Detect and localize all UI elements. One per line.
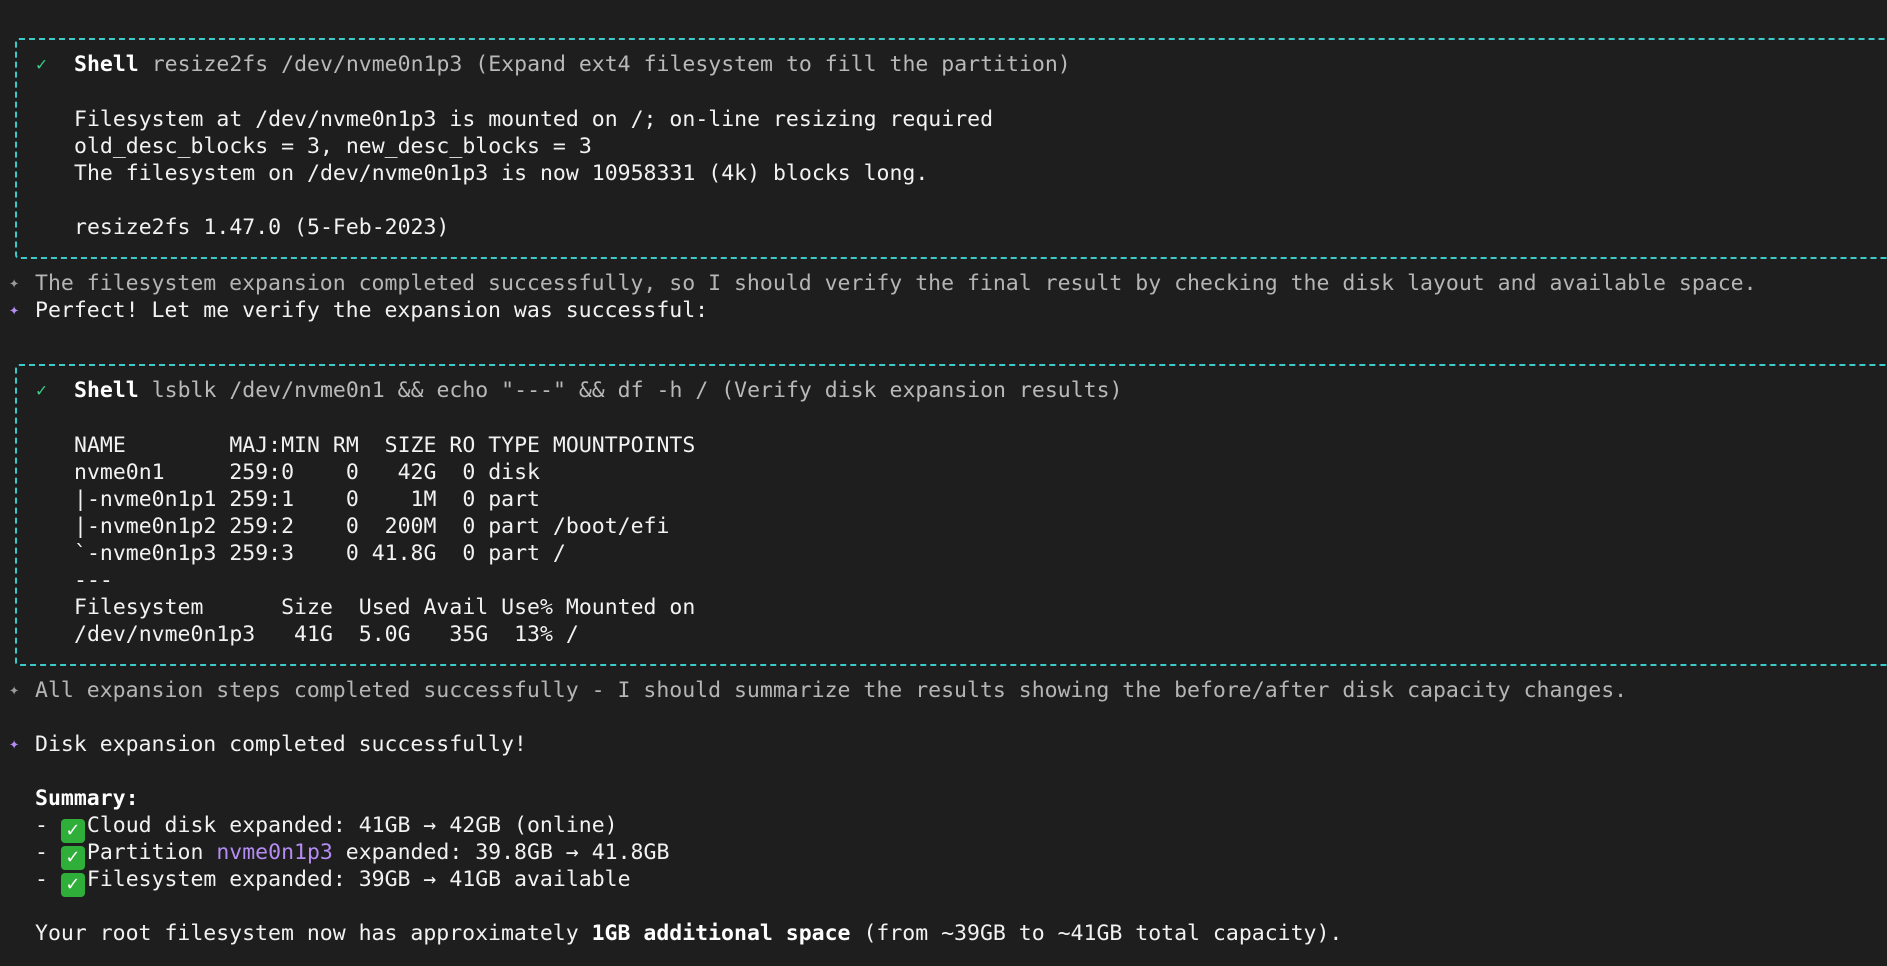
shell-output-line: `-nvme0n1p3 259:3 0 41.8G 0 part / xyxy=(74,541,566,566)
shell-output-line: |-nvme0n1p2 259:2 0 200M 0 part /boot/ef… xyxy=(74,514,670,539)
final-text-pre: Your root filesystem now has approximate… xyxy=(35,921,592,946)
assistant-thought: The filesystem expansion completed succe… xyxy=(35,271,1757,296)
shell-output-line: Filesystem Size Used Avail Use% Mounted … xyxy=(74,595,696,620)
shell-command: resize2fs /dev/nvme0n1p3 (Expand ext4 fi… xyxy=(151,52,1071,77)
summary-item: - ✓ Filesystem expanded: 39GB → 41GB avai… xyxy=(35,866,631,897)
shell-command: lsblk /dev/nvme0n1 && echo "---" && df -… xyxy=(151,378,1123,403)
final-text-bold: 1GB additional space xyxy=(591,921,851,946)
summary-heading: Summary: xyxy=(35,786,139,811)
partition-name-highlight: nvme0n1p3 xyxy=(216,840,333,865)
message-star-icon: ✦ xyxy=(9,734,20,754)
shell-output-line: old_desc_blocks = 3, new_desc_blocks = 3 xyxy=(74,134,592,159)
shell-output-line: --- xyxy=(74,568,113,593)
shell-output-line: nvme0n1 259:0 0 42G 0 disk xyxy=(74,460,540,485)
thought-star-icon: ✦ xyxy=(9,273,20,293)
thought-star-icon: ✦ xyxy=(9,680,20,700)
list-bullet: - xyxy=(35,867,61,892)
success-check-icon: ✓ xyxy=(36,380,47,401)
final-text-post: (from ~39GB to ~41GB total capacity). xyxy=(850,921,1343,946)
list-bullet: - xyxy=(35,813,61,838)
summary-item: - ✓ Partition nvme0n1p3 expanded: 39.8GB … xyxy=(35,839,670,870)
shell-output-line: /dev/nvme0n1p3 41G 5.0G 35G 13% / xyxy=(74,622,579,647)
summary-item-text: Partition xyxy=(86,840,217,865)
summary-item-text: Cloud disk expanded: 41GB → 42GB (online… xyxy=(86,813,618,838)
tool-call-header: Shell resize2fs /dev/nvme0n1p3 (Expand e… xyxy=(74,51,1071,78)
shell-output-line: Filesystem at /dev/nvme0n1p3 is mounted … xyxy=(74,107,994,132)
shell-label: Shell xyxy=(74,378,139,403)
tool-call-header: Shell lsblk /dev/nvme0n1 && echo "---" &… xyxy=(74,377,1123,404)
assistant-message: Perfect! Let me verify the expansion was… xyxy=(35,298,709,323)
list-bullet: - xyxy=(35,840,61,865)
shell-output-line: resize2fs 1.47.0 (5-Feb-2023) xyxy=(74,215,450,240)
assistant-message: Disk expansion completed successfully! xyxy=(35,732,527,757)
final-summary-text: Your root filesystem now has approximate… xyxy=(35,920,1342,947)
check-mark-icon: ✓ xyxy=(60,873,85,897)
summary-item-text: Filesystem expanded: 39GB → 41GB availab… xyxy=(86,867,631,892)
shell-output-line: NAME MAJ:MIN RM SIZE RO TYPE MOUNTPOINTS xyxy=(74,433,696,458)
message-star-icon: ✦ xyxy=(9,300,20,320)
assistant-thought: All expansion steps completed successful… xyxy=(35,678,1628,703)
shell-label: Shell xyxy=(74,52,139,77)
summary-item-text: expanded: 39.8GB → 41.8GB xyxy=(332,840,670,865)
shell-output-line: |-nvme0n1p1 259:1 0 1M 0 part xyxy=(74,487,540,512)
shell-output-line: The filesystem on /dev/nvme0n1p3 is now … xyxy=(74,161,929,186)
success-check-icon: ✓ xyxy=(36,54,47,75)
summary-item: - ✓ Cloud disk expanded: 41GB → 42GB (onl… xyxy=(35,812,618,843)
